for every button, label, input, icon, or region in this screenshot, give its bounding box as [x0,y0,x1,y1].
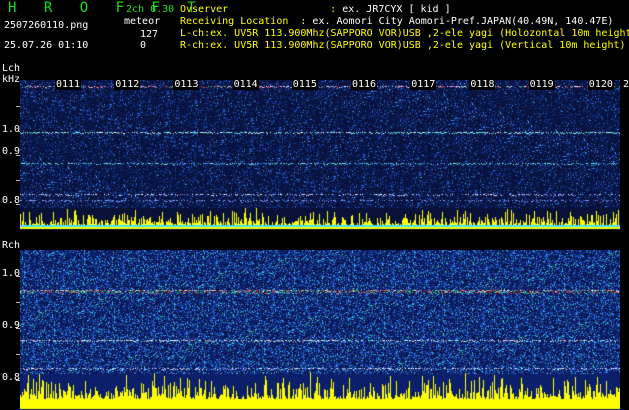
time-tick: 0112 [114,79,141,90]
time-tick: 2 [622,79,629,90]
time-tick: 0114 [232,79,259,90]
time-tick: 0115 [291,79,318,90]
time-tick: 0113 [173,79,200,90]
lch-ytick-1-0: 1.0 [2,124,21,135]
observer-line: Ovserver: ex. JR7CYX [ kid ] [180,4,451,15]
time-tick: 0117 [410,79,437,90]
lch-label: Lch [2,63,21,74]
time-tick: 0120 [587,79,614,90]
rch-ytick-1-0: 1.0 [2,268,21,279]
location-value: ex. Aomori City Aomori-Pref.JAPAN(40.49N… [312,16,614,27]
rch-ytick-0-9: 0.9 [2,320,21,331]
rch-config-line: R-ch:ex. UV5R 113.900Mhz(SAPPORO VOR)USB… [180,40,626,51]
location-label: Receiving Location [180,16,289,27]
mode-label: 2ch 0.30 [126,4,175,15]
lch-meteor-count: 127 [140,29,159,40]
date-time: 25.07.26 01:10 [4,40,89,51]
lch-spectrogram [20,80,620,230]
app-brand: H R O F F T [8,0,206,16]
location-line: Receiving Location: ex. Aomori City Aomo… [180,16,614,27]
rch-meteor-count: 0 [140,40,147,51]
meteor-label: meteor [124,16,161,27]
time-tick: 0111 [55,79,82,90]
time-tick: 0116 [351,79,378,90]
rch-spectrogram [20,250,620,410]
observer-label: Ovserver [180,4,229,15]
rch-ytick-0-8: 0.8 [2,372,21,383]
time-tick: 0119 [528,79,555,90]
lch-config-line: L-ch:ex. UV5R 113.900Mhz(SAPPORO VOR)USB… [180,28,629,39]
rch-label: Rch [2,240,21,251]
time-tick: 0118 [469,79,496,90]
observer-value: ex. JR7CYX [ kid ] [342,4,451,15]
lch-unit: kHz [2,74,21,85]
file-name: 2507260110.png [4,20,89,31]
